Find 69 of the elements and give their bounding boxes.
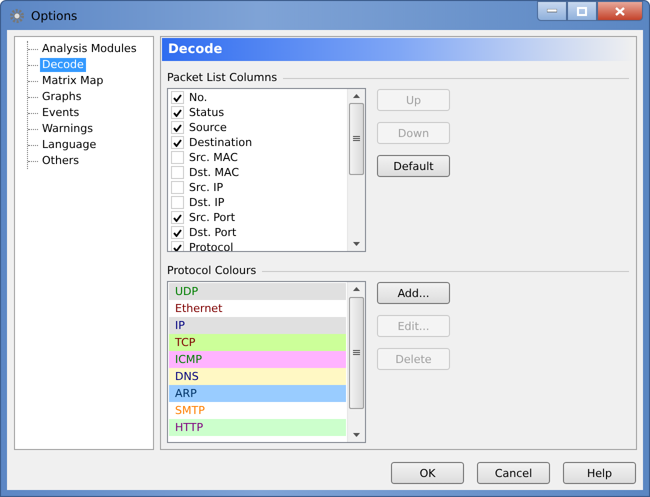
scrollbar[interactable] <box>347 282 365 442</box>
checkbox[interactable] <box>171 106 184 119</box>
tree-item[interactable]: Graphs <box>40 90 84 104</box>
group-label: Packet List Columns <box>167 71 278 84</box>
list-item[interactable]: No. <box>189 91 208 104</box>
minimize-button[interactable] <box>537 1 567 21</box>
highlight-row[interactable]: ARP <box>169 385 346 402</box>
dialog-button[interactable]: Help <box>563 462 636 484</box>
entry-label: UDP <box>175 285 198 298</box>
maximize-icon <box>577 6 587 16</box>
action-button[interactable]: Add... <box>377 282 450 304</box>
checkbox[interactable] <box>171 181 184 194</box>
scroll-thumb[interactable] <box>349 297 364 409</box>
checkbox[interactable] <box>171 211 184 224</box>
dialog-button[interactable]: Cancel <box>477 462 550 484</box>
action-button[interactable]: Default <box>377 155 450 177</box>
entry-label: SMTP <box>175 404 205 417</box>
list-item[interactable]: Status <box>189 106 224 119</box>
tree-item[interactable]: Analysis Modules <box>40 42 139 56</box>
scroll-thumb[interactable] <box>349 103 364 175</box>
entry-label: Ethernet <box>175 302 222 315</box>
checkbox[interactable] <box>171 136 184 149</box>
tree-item[interactable]: Events <box>40 106 82 120</box>
maximize-button[interactable] <box>567 1 597 21</box>
tree-item[interactable]: Language <box>40 138 98 152</box>
tree-item[interactable]: Warnings <box>40 122 95 136</box>
list-item[interactable]: Src. MAC <box>189 151 238 164</box>
checkbox[interactable] <box>171 241 184 251</box>
list-item[interactable]: Dst. Port <box>189 226 236 239</box>
highlight-row[interactable]: UDP <box>169 283 346 300</box>
scroll-up-icon[interactable] <box>353 287 360 291</box>
scroll-down-icon[interactable] <box>353 433 360 437</box>
grip-icon <box>353 136 360 142</box>
scroll-down-icon[interactable] <box>353 242 360 246</box>
dialog-button[interactable]: OK <box>391 462 464 484</box>
list-item[interactable]: Dst. MAC <box>189 166 240 179</box>
list-item[interactable]: Src. Port <box>189 211 236 224</box>
list-item[interactable]: Protocol <box>189 241 234 251</box>
group-label: Protocol Colours <box>167 264 256 277</box>
gear-icon <box>9 8 25 24</box>
highlight-row[interactable]: HTTP <box>169 419 346 436</box>
entry-label: IP <box>175 319 185 332</box>
list-item[interactable]: Source <box>189 121 227 134</box>
checkbox[interactable] <box>171 166 184 179</box>
grip-icon <box>353 350 360 356</box>
tree-item[interactable]: Matrix Map <box>40 74 106 88</box>
checkbox[interactable] <box>171 151 184 164</box>
entry-label: HTTP <box>175 421 204 434</box>
close-icon <box>615 6 625 16</box>
minimize-icon <box>547 9 557 13</box>
tree-item[interactable]: Others <box>40 154 81 168</box>
list-item[interactable]: Src. IP <box>189 181 224 194</box>
checkbox[interactable] <box>171 91 184 104</box>
list-item[interactable]: Dst. IP <box>189 196 224 209</box>
entry-label: ICMP <box>175 353 202 366</box>
list-item[interactable]: Destination <box>189 136 252 149</box>
checkbox[interactable] <box>171 196 184 209</box>
close-button[interactable] <box>597 1 643 21</box>
checkbox[interactable] <box>171 121 184 134</box>
entry-label: ARP <box>175 387 197 400</box>
scrollbar[interactable] <box>347 89 365 251</box>
entry-label: TCP <box>175 336 196 349</box>
window-title: Options <box>31 8 78 22</box>
highlight-row[interactable]: DNS <box>169 368 346 385</box>
scroll-up-icon[interactable] <box>353 94 360 98</box>
entry-label: DNS <box>175 370 199 383</box>
checkbox[interactable] <box>171 226 184 239</box>
highlight-row[interactable]: TCP <box>169 334 346 351</box>
highlight-row[interactable]: IP <box>169 317 346 334</box>
